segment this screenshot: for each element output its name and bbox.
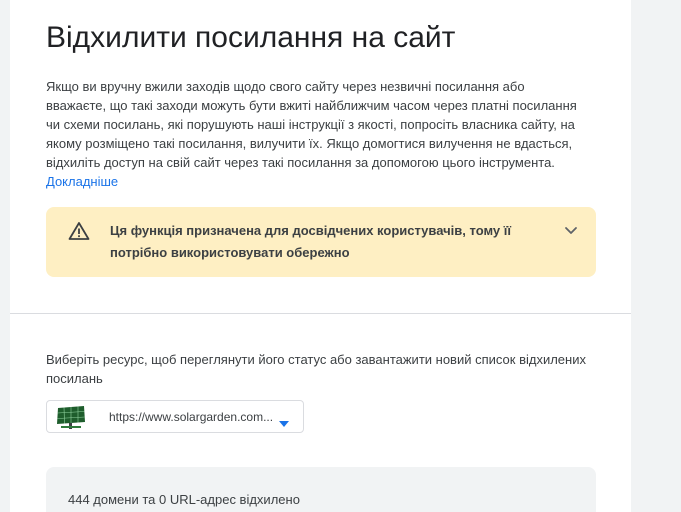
- disavow-card: Відхилити посилання на сайт Якщо ви вруч…: [10, 0, 631, 512]
- warning-text: Ця функція призначена для досвідчених ко…: [110, 223, 512, 260]
- intro-text: Якщо ви вручну вжили заходів щодо свого …: [46, 79, 577, 170]
- intro-paragraph: Якщо ви вручну вжили заходів щодо свого …: [46, 77, 581, 191]
- selected-resource-url: https://www.solargarden.com...: [109, 410, 274, 424]
- page-title: Відхилити посилання на сайт: [46, 21, 456, 54]
- disavow-summary-panel: 444 домени та 0 URL-адрес відхилено: [46, 467, 596, 512]
- disavow-summary-text: 444 домени та 0 URL-адрес відхилено: [68, 492, 300, 507]
- warning-triangle-icon: [68, 221, 90, 241]
- resource-select-label: Виберіть ресурс, щоб переглянути його ст…: [46, 352, 586, 386]
- page: Відхилити посилання на сайт Якщо ви вруч…: [0, 0, 681, 512]
- section-divider: [10, 313, 631, 314]
- solar-panel-thumbnail: [55, 404, 87, 430]
- chevron-down-icon[interactable]: [562, 221, 580, 239]
- resource-dropdown[interactable]: https://www.solargarden.com...: [46, 400, 304, 433]
- dropdown-caret-icon: [279, 414, 289, 427]
- learn-more-link[interactable]: Докладніше: [46, 174, 118, 189]
- warning-banner: Ця функція призначена для досвідчених ко…: [46, 207, 596, 277]
